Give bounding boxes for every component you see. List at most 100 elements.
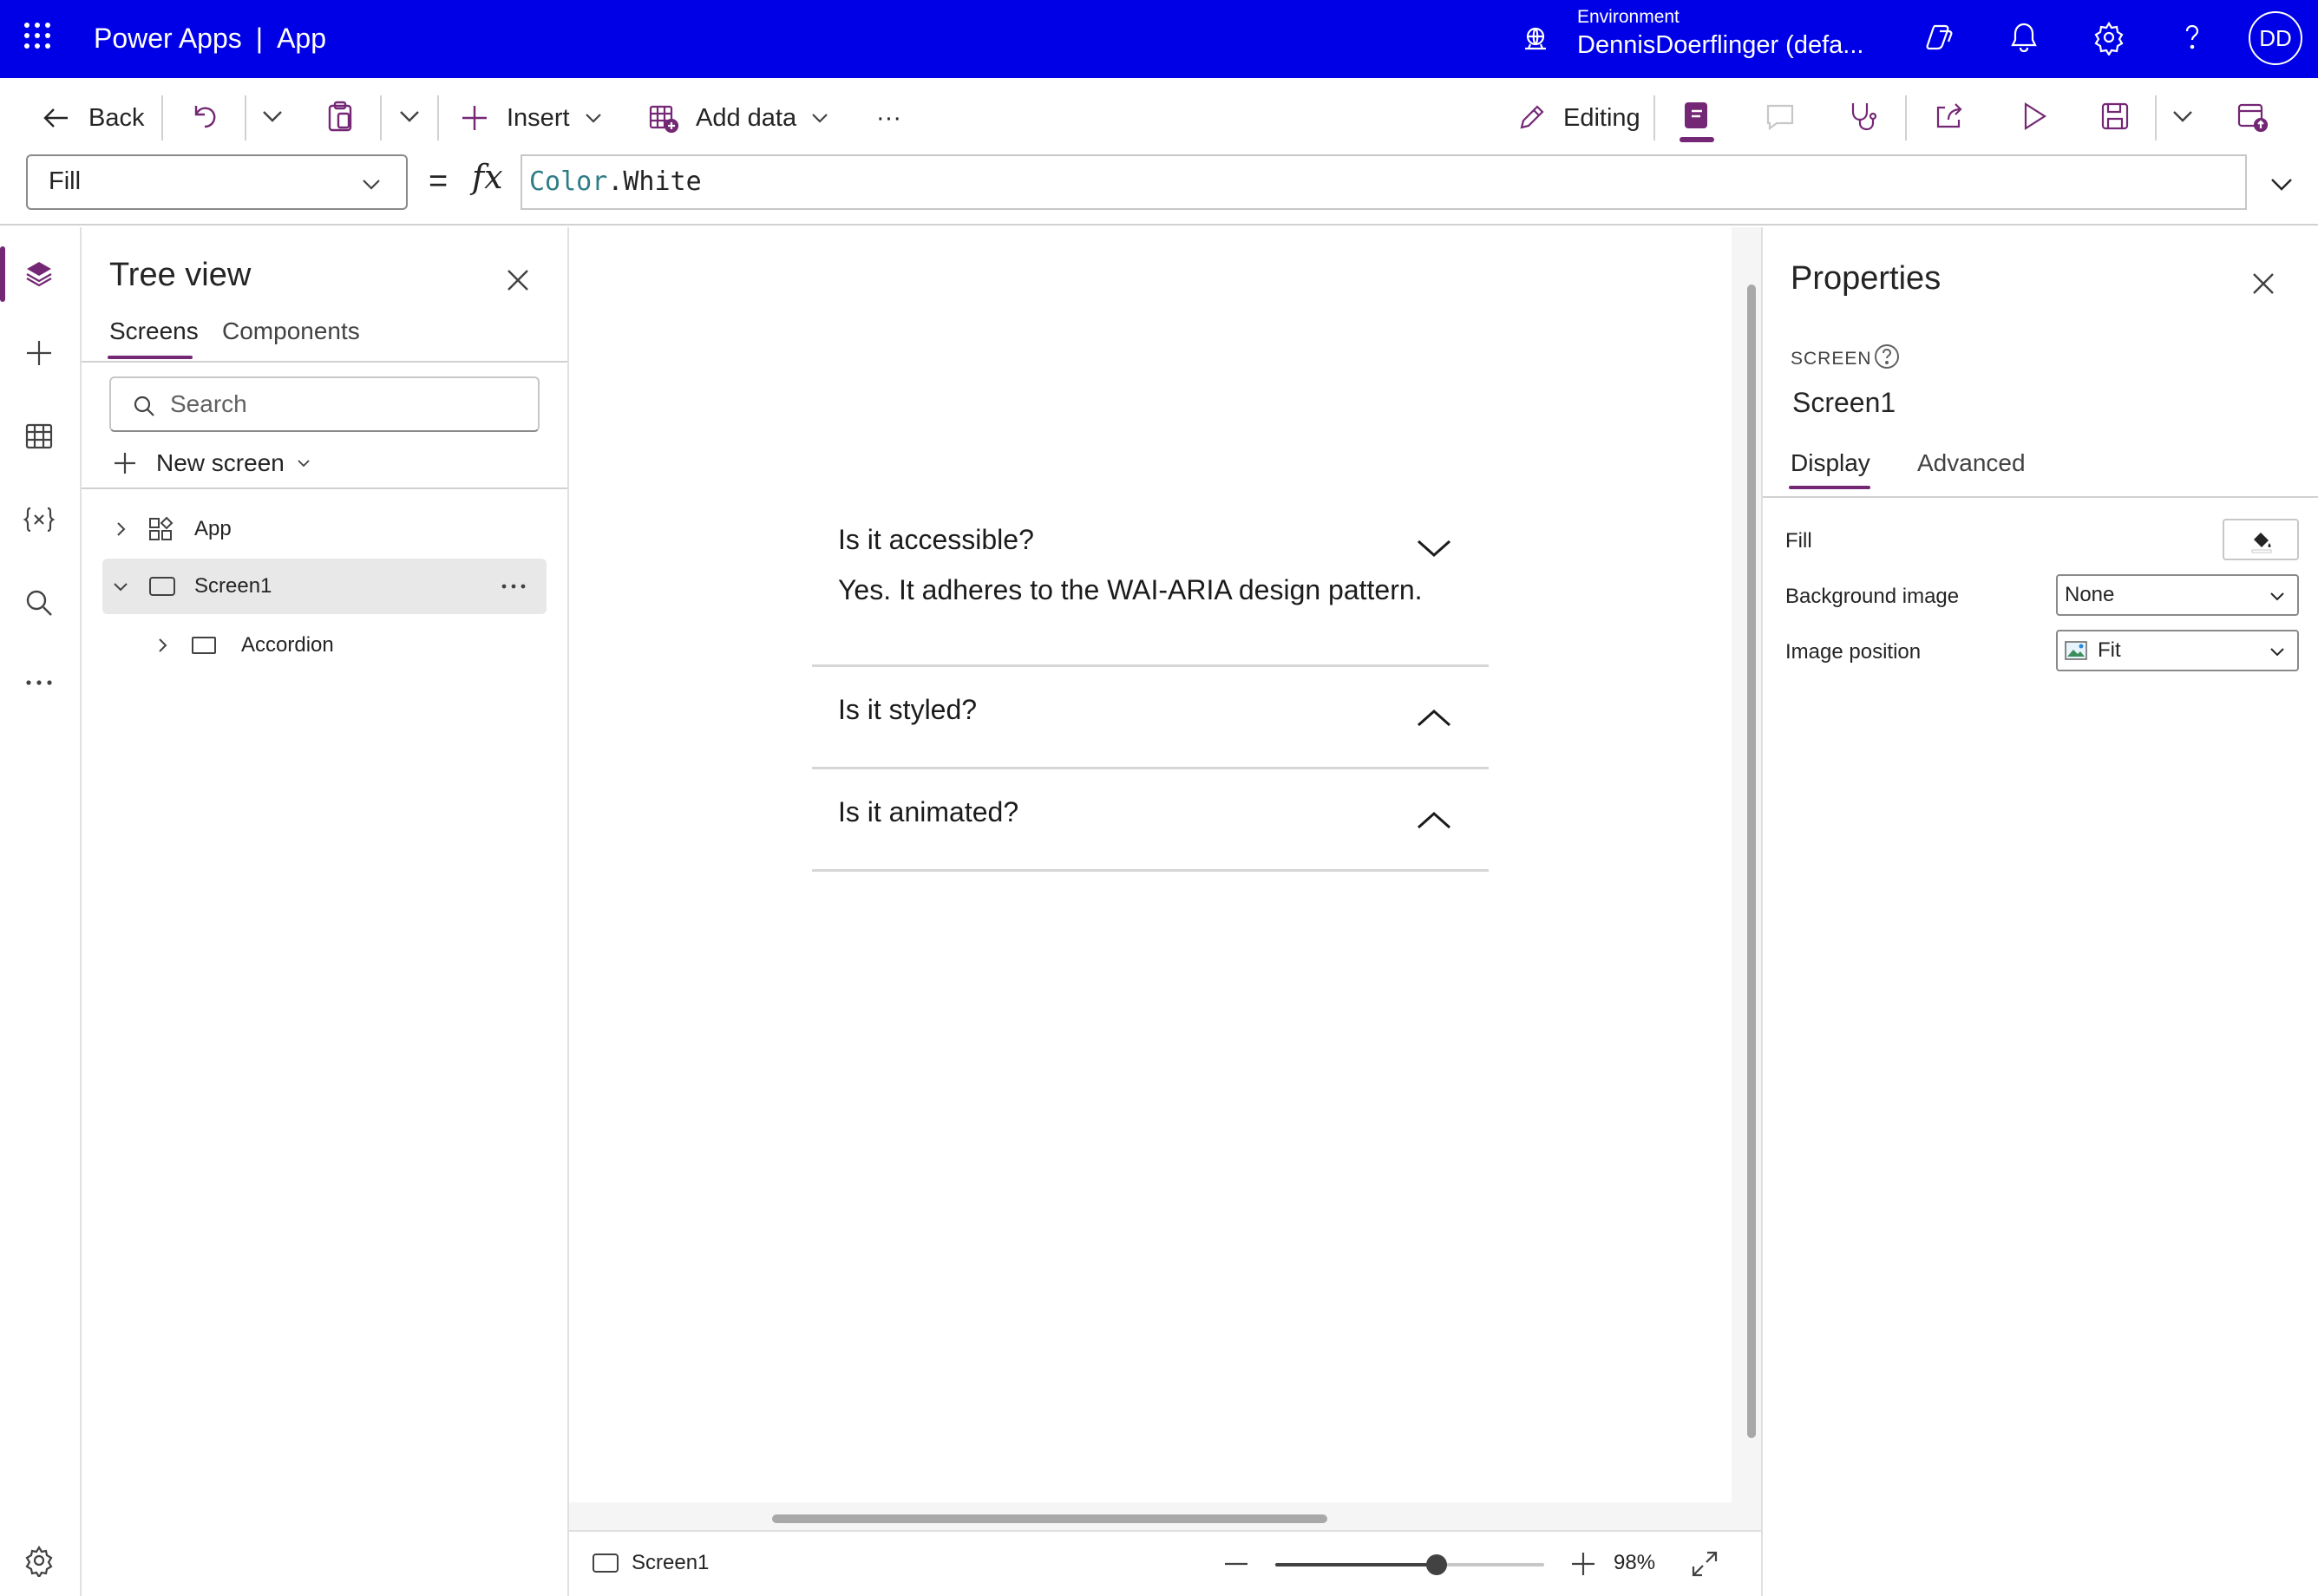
- canvas-area: Is it accessible? Yes. It adheres to the…: [569, 227, 1761, 1596]
- vertical-scrollbar[interactable]: [1747, 285, 1756, 1438]
- app-context: App: [277, 23, 327, 54]
- add-data-label: Add data: [696, 103, 797, 132]
- app-checker-notes-icon[interactable]: [1680, 99, 1714, 134]
- tab-screens[interactable]: Screens: [109, 317, 199, 345]
- help-icon[interactable]: [2174, 19, 2210, 56]
- chevron-down-icon[interactable]: [111, 577, 130, 596]
- variables-icon[interactable]: [23, 503, 56, 536]
- app-header: Power Apps | App Environment DennisDoerfli…: [0, 0, 2318, 78]
- play-icon[interactable]: [2016, 99, 2051, 134]
- more-commands-button[interactable]: ···: [876, 94, 901, 142]
- fx-icon[interactable]: fx: [472, 158, 503, 196]
- app-launcher-icon[interactable]: [23, 21, 52, 50]
- tree-node-screen1[interactable]: Screen1: [102, 559, 547, 614]
- app-canvas[interactable]: Is it accessible? Yes. It adheres to the…: [569, 227, 1732, 1502]
- divider: [2155, 95, 2157, 141]
- more-options-icon[interactable]: [500, 578, 527, 595]
- zoom-slider[interactable]: [1275, 1554, 1544, 1575]
- screen-icon: [593, 1553, 619, 1573]
- search-placeholder: Search: [170, 390, 247, 417]
- editing-mode-button[interactable]: Editing: [1515, 94, 1640, 142]
- background-image-dropdown[interactable]: None: [2056, 574, 2299, 616]
- accordion-question[interactable]: Is it animated?: [838, 796, 1018, 828]
- plus-icon[interactable]: [23, 337, 56, 370]
- settings-icon[interactable]: [23, 1544, 56, 1577]
- screen-selector[interactable]: Screen1: [592, 1551, 709, 1575]
- chevron-down-icon[interactable]: [255, 99, 290, 134]
- tree-node-accordion[interactable]: Accordion: [102, 618, 547, 673]
- accordion-divider: [812, 869, 1489, 872]
- properties-panel: Properties SCREEN Screen1 Display Advanc…: [1761, 227, 2318, 1596]
- plus-icon: [462, 106, 487, 130]
- chevron-right-icon[interactable]: [153, 636, 172, 655]
- close-icon[interactable]: [2249, 269, 2278, 298]
- chevron-down-icon: [298, 460, 310, 468]
- add-data-button[interactable]: Add data: [647, 94, 831, 142]
- zoom-slider-thumb[interactable]: [1426, 1554, 1447, 1575]
- control-type-label: SCREEN: [1791, 349, 1872, 369]
- plus-icon: [115, 453, 135, 474]
- divider: [82, 487, 567, 489]
- accordion-question[interactable]: Is it styled?: [838, 694, 977, 726]
- tree-view-title: Tree view: [109, 257, 252, 293]
- comment-icon[interactable]: [1763, 99, 1797, 134]
- zoom-in-icon[interactable]: [1568, 1549, 1598, 1579]
- control-name[interactable]: Screen1: [1792, 387, 1896, 419]
- publish-icon[interactable]: [2235, 99, 2269, 134]
- chevron-right-icon[interactable]: [111, 520, 130, 539]
- tab-advanced[interactable]: Advanced: [1917, 449, 2026, 477]
- equals-sign: =: [429, 163, 449, 200]
- accordion-question[interactable]: Is it accessible?: [838, 524, 1034, 556]
- active-indicator: [1680, 137, 1714, 142]
- formula-input[interactable]: Color.White: [521, 154, 2247, 210]
- search-icon[interactable]: [23, 586, 56, 619]
- expand-formula-icon[interactable]: [2268, 170, 2295, 198]
- chevron-up-icon[interactable]: [1414, 801, 1454, 841]
- notifications-icon[interactable]: [2006, 19, 2042, 56]
- chevron-down-icon[interactable]: [2165, 99, 2200, 134]
- app-name[interactable]: Power Apps: [94, 23, 242, 54]
- environment-icon[interactable]: [1520, 23, 1551, 54]
- fill-color-picker[interactable]: [2223, 519, 2299, 560]
- property-selector[interactable]: Fill: [26, 154, 408, 210]
- undo-icon[interactable]: [187, 99, 222, 134]
- fill-label: Fill: [1785, 529, 1812, 553]
- tree-node-label: App: [194, 517, 232, 540]
- more-icon[interactable]: [23, 666, 56, 699]
- environment-name[interactable]: DennisDoerflinger (defa...: [1577, 29, 1863, 61]
- insert-button[interactable]: Insert: [458, 94, 605, 142]
- insert-label: Insert: [507, 103, 570, 132]
- close-icon[interactable]: [503, 265, 533, 295]
- settings-icon[interactable]: [2091, 19, 2127, 56]
- layers-icon[interactable]: [23, 257, 56, 290]
- back-button[interactable]: Back: [40, 94, 144, 142]
- tree-node-label: Screen1: [194, 574, 272, 598]
- chevron-down-icon[interactable]: [392, 99, 427, 134]
- table-add-icon: [649, 105, 679, 134]
- pencil-icon: [1520, 105, 1544, 129]
- stethoscope-icon[interactable]: [1846, 99, 1881, 134]
- tab-display[interactable]: Display: [1791, 449, 1870, 477]
- copilot-icon[interactable]: [1922, 19, 1959, 56]
- search-input[interactable]: Search: [109, 376, 540, 432]
- share-icon[interactable]: [1931, 99, 1966, 134]
- paste-icon[interactable]: [323, 99, 357, 134]
- paint-bucket-icon: [2251, 533, 2272, 553]
- active-indicator: [0, 246, 5, 302]
- new-screen-button[interactable]: New screen: [111, 442, 312, 484]
- fit-to-window-icon[interactable]: [1690, 1549, 1719, 1579]
- zoom-out-icon[interactable]: [1221, 1549, 1251, 1579]
- user-avatar[interactable]: DD: [2249, 11, 2302, 65]
- save-icon[interactable]: [2098, 99, 2132, 134]
- tab-components[interactable]: Components: [222, 317, 360, 345]
- horizontal-scrollbar[interactable]: [772, 1514, 1327, 1523]
- status-screen-name: Screen1: [632, 1551, 710, 1574]
- chevron-up-icon[interactable]: [1414, 699, 1454, 739]
- help-icon[interactable]: [1872, 342, 1902, 371]
- background-image-value: None: [2065, 583, 2115, 606]
- divider: [0, 224, 2318, 226]
- tree-node-app[interactable]: App: [102, 501, 547, 557]
- chevron-down-icon[interactable]: [1414, 527, 1454, 567]
- image-position-dropdown[interactable]: Fit: [2056, 630, 2299, 671]
- data-grid-icon[interactable]: [23, 420, 56, 453]
